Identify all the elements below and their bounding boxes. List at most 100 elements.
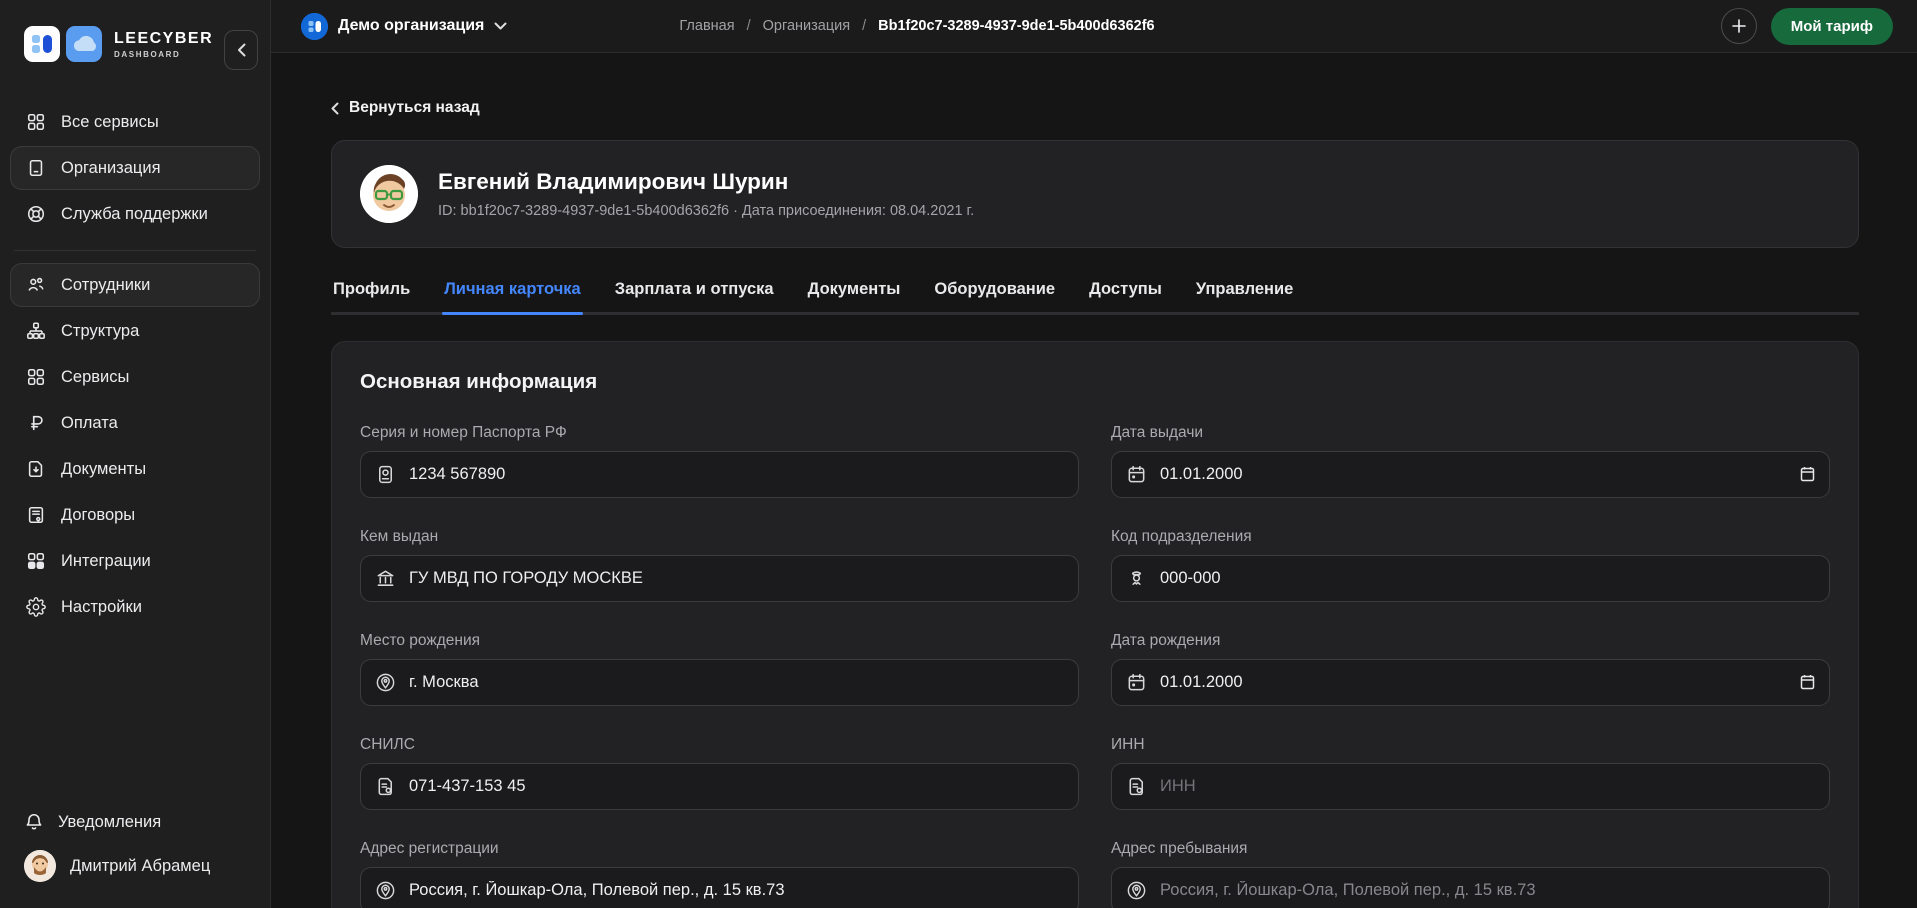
sidebar-item-organization[interactable]: Организация	[10, 146, 260, 190]
tab-personal-card[interactable]: Личная карточка	[442, 274, 583, 312]
sidebar: LEECYBER DASHBOARD Все сервисы Организац…	[0, 0, 271, 908]
personal-info-form: Серия и номер Паспорта РФ Дата выдачи	[360, 424, 1830, 908]
back-link-label: Вернуться назад	[349, 99, 480, 117]
department-code-input[interactable]	[1160, 569, 1815, 588]
logo-marks	[24, 26, 102, 62]
employee-meta: ID: bb1f20c7-3289-4937-9de1-5b400d6362f6…	[438, 203, 974, 219]
org-logo-icon	[301, 13, 328, 40]
sidebar-collapse-button[interactable]	[224, 30, 258, 70]
document-lines-icon	[1126, 776, 1147, 797]
field-label: Серия и номер Паспорта РФ	[360, 424, 1079, 442]
field-label: Дата рождения	[1111, 632, 1830, 650]
field-label: Кем выдан	[360, 528, 1079, 546]
field-label: СНИЛС	[360, 736, 1079, 754]
profile-text: Евгений Владимирович Шурин ID: bb1f20c7-…	[438, 169, 974, 219]
field-snils: СНИЛС	[360, 736, 1079, 810]
ruble-icon	[25, 412, 47, 434]
registration-address-input[interactable]	[409, 881, 1064, 900]
logo-text: LEECYBER DASHBOARD	[114, 30, 213, 59]
document-lines-icon	[375, 776, 396, 797]
passport-icon	[375, 464, 396, 485]
department-code-input-wrap	[1111, 555, 1830, 602]
breadcrumb-home[interactable]: Главная	[679, 18, 734, 34]
residence-address-input[interactable]	[1160, 881, 1815, 900]
sidebar-item-structure[interactable]: Структура	[10, 309, 260, 353]
field-birth-place: Место рождения	[360, 632, 1079, 706]
sidebar-item-integrations[interactable]: Интеграции	[10, 539, 260, 583]
notifications-button[interactable]: Уведомления	[10, 800, 260, 844]
tab-documents[interactable]: Документы	[806, 274, 903, 312]
employee-name: Евгений Владимирович Шурин	[438, 169, 974, 195]
chevron-down-icon	[494, 22, 507, 30]
structure-icon	[25, 320, 47, 342]
my-tariff-button[interactable]: Мой тариф	[1771, 8, 1893, 45]
field-issue-date: Дата выдачи	[1111, 424, 1830, 498]
leecyber-logo-icon	[24, 26, 60, 62]
add-button[interactable]	[1721, 8, 1757, 44]
sidebar-item-label: Сервисы	[61, 368, 129, 387]
support-icon	[25, 203, 47, 225]
section-title: Основная информация	[360, 370, 1830, 394]
passport-number-input-wrap	[360, 451, 1079, 498]
grid-icon	[25, 366, 47, 388]
tab-profile[interactable]: Профиль	[331, 274, 412, 312]
snils-input-wrap	[360, 763, 1079, 810]
date-picker-icon[interactable]	[1800, 466, 1815, 482]
plus-icon	[1731, 18, 1747, 34]
cloud-logo-icon	[66, 26, 102, 62]
birth-date-input-wrap	[1111, 659, 1830, 706]
tab-salary-vacations[interactable]: Зарплата и отпуска	[613, 274, 776, 312]
sidebar-item-label: Все сервисы	[61, 113, 159, 132]
field-label: Дата выдачи	[1111, 424, 1830, 442]
issue-date-input[interactable]	[1160, 465, 1815, 484]
field-label: Код подразделения	[1111, 528, 1830, 546]
issued-by-input[interactable]	[409, 569, 1064, 588]
officer-icon	[1126, 568, 1147, 589]
breadcrumb-separator: /	[747, 18, 751, 34]
birth-place-input[interactable]	[409, 673, 1064, 692]
bell-icon	[24, 812, 44, 832]
sidebar-item-payment[interactable]: Оплата	[10, 401, 260, 445]
breadcrumb-organization[interactable]: Организация	[763, 18, 850, 34]
inn-input[interactable]	[1160, 777, 1815, 796]
sidebar-nav: Все сервисы Организация Служба поддержки…	[0, 72, 270, 631]
sidebar-item-label: Структура	[61, 322, 139, 341]
sidebar-item-settings[interactable]: Настройки	[10, 585, 260, 629]
bank-icon	[375, 568, 396, 589]
sidebar-item-label: Настройки	[61, 598, 142, 617]
field-issued-by: Кем выдан	[360, 528, 1079, 602]
issued-by-input-wrap	[360, 555, 1079, 602]
sidebar-item-all-services[interactable]: Все сервисы	[10, 100, 260, 144]
back-link[interactable]: Вернуться назад	[331, 99, 480, 117]
gear-icon	[25, 596, 47, 618]
tab-accesses[interactable]: Доступы	[1087, 274, 1164, 312]
org-selector[interactable]: Демо организация	[301, 13, 507, 40]
date-picker-icon[interactable]	[1800, 674, 1815, 690]
grid-icon	[25, 111, 47, 133]
tab-equipment[interactable]: Оборудование	[932, 274, 1057, 312]
map-pin-icon	[375, 672, 396, 693]
snils-input[interactable]	[409, 777, 1064, 796]
sidebar-footer: Уведомления Дмитрий Абрамец	[0, 800, 270, 908]
tab-management[interactable]: Управление	[1194, 274, 1296, 312]
notifications-label: Уведомления	[58, 813, 161, 832]
user-menu[interactable]: Дмитрий Абрамец	[10, 844, 260, 888]
user-avatar	[24, 850, 56, 882]
user-name: Дмитрий Абрамец	[70, 857, 210, 876]
sidebar-item-employees[interactable]: Сотрудники	[10, 263, 260, 307]
field-label: Адрес регистрации	[360, 840, 1079, 858]
passport-number-input[interactable]	[409, 465, 1064, 484]
breadcrumb-current: Bb1f20c7-3289-4937-9de1-5b400d6362f6	[878, 18, 1154, 34]
map-pin-icon	[375, 880, 396, 901]
chevron-left-icon	[237, 43, 246, 57]
personal-card-section: Основная информация Серия и номер Паспор…	[331, 341, 1859, 908]
field-registration-address: Адрес регистрации	[360, 840, 1079, 908]
sidebar-item-services[interactable]: Сервисы	[10, 355, 260, 399]
main-content: Вернуться назад Евгений Владимирович Шур…	[271, 53, 1917, 908]
chevron-left-icon	[331, 102, 339, 115]
calendar-icon	[1126, 464, 1147, 485]
sidebar-item-support[interactable]: Служба поддержки	[10, 192, 260, 236]
sidebar-item-documents[interactable]: Документы	[10, 447, 260, 491]
birth-date-input[interactable]	[1160, 673, 1815, 692]
sidebar-item-contracts[interactable]: Договоры	[10, 493, 260, 537]
